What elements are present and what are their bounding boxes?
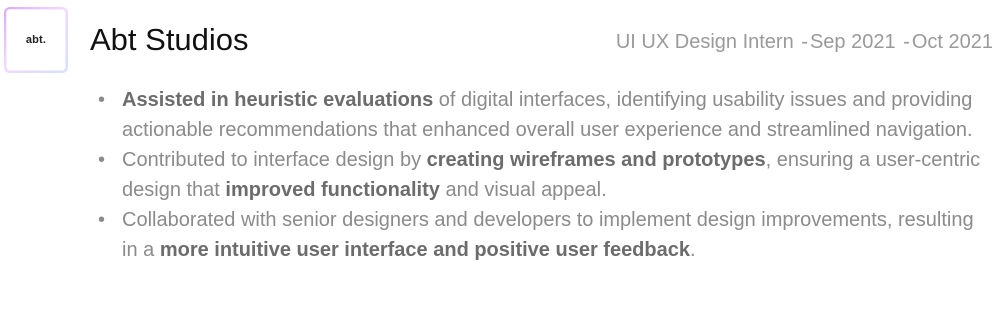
bullet-icon: • — [98, 149, 106, 171]
company-name: Abt Studios — [90, 22, 249, 57]
separator: - — [801, 31, 808, 53]
list-item: • Contributed to interface design by cre… — [98, 145, 988, 205]
body-text: Contributed to interface design by — [122, 149, 427, 171]
responsibility-list: • Assisted in heuristic evaluations of d… — [98, 85, 988, 265]
bold-text: more intuitive user interface and positi… — [159, 239, 690, 261]
list-item: • Collaborated with senior designers and… — [98, 205, 988, 265]
experience-entry: abt. Abt Studios UI UX Design Intern - Se… — [0, 0, 999, 333]
logo-text: abt. — [25, 34, 47, 46]
bold-text: creating wireframes and prototypes — [426, 149, 766, 171]
separator: - — [903, 31, 910, 53]
list-item: • Assisted in heuristic evaluations of d… — [98, 85, 988, 145]
start-date: Sep 2021 — [809, 31, 896, 53]
bold-text: improved functionality — [225, 179, 440, 201]
bullet-icon: • — [98, 209, 106, 231]
body-text: . — [690, 239, 696, 261]
role-title: UI UX Design Intern — [615, 31, 794, 53]
bullet-icon: • — [98, 89, 106, 111]
bold-text: Assisted in heuristic evaluations — [122, 89, 434, 111]
role-and-dates: UI UX Design Intern - Sep 2021 - Oct 2021 — [616, 29, 993, 55]
body-text: and visual appeal. — [439, 179, 607, 201]
company-logo: abt. — [4, 7, 68, 73]
end-date: Oct 2021 — [911, 31, 993, 53]
